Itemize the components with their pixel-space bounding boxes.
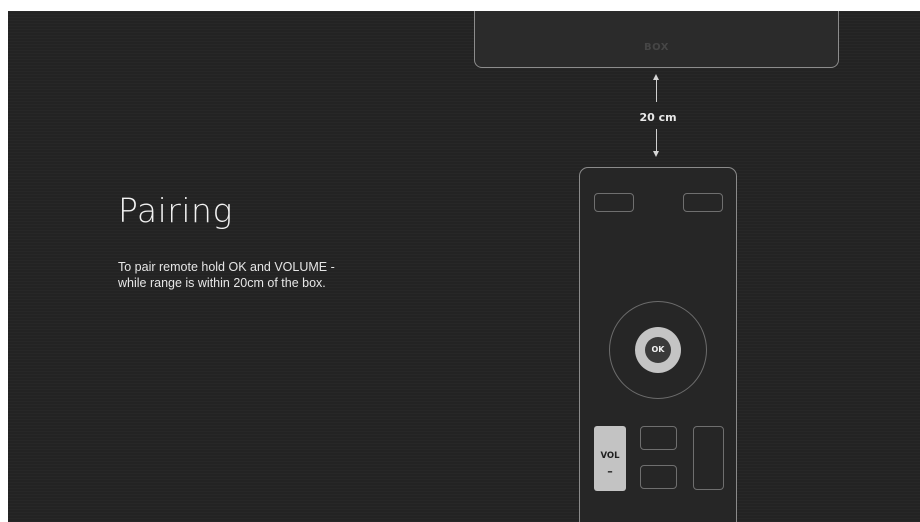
remote-ok-button: OK [635, 327, 681, 373]
instruction-line-1: To pair remote hold OK and VOLUME - [118, 260, 335, 274]
remote-volume-down-button: VOL – [594, 426, 626, 491]
remote-mid-lower-button [640, 465, 677, 489]
box-illustration: BOX [474, 11, 839, 68]
pairing-screen: Pairing To pair remote hold OK and VOLUM… [8, 11, 920, 522]
distance-label: 20 cm [639, 111, 677, 124]
remote-right-tall-button [693, 426, 724, 490]
remote-illustration: OK VOL – [579, 167, 737, 522]
pairing-instructions: To pair remote hold OK and VOLUME - whil… [118, 259, 378, 291]
volume-minus-icon: – [607, 465, 613, 478]
volume-label: VOL [600, 451, 620, 461]
remote-top-right-button [683, 193, 723, 212]
distance-line-top [656, 80, 657, 102]
remote-mid-upper-button [640, 426, 677, 450]
remote-top-left-button [594, 193, 634, 212]
arrow-down-icon [653, 151, 659, 157]
ok-label: OK [645, 337, 671, 363]
page-title: Pairing [118, 191, 233, 230]
box-label: BOX [644, 42, 669, 53]
instruction-line-2: while range is within 20cm of the box. [118, 276, 326, 290]
distance-line-bottom [656, 129, 657, 151]
